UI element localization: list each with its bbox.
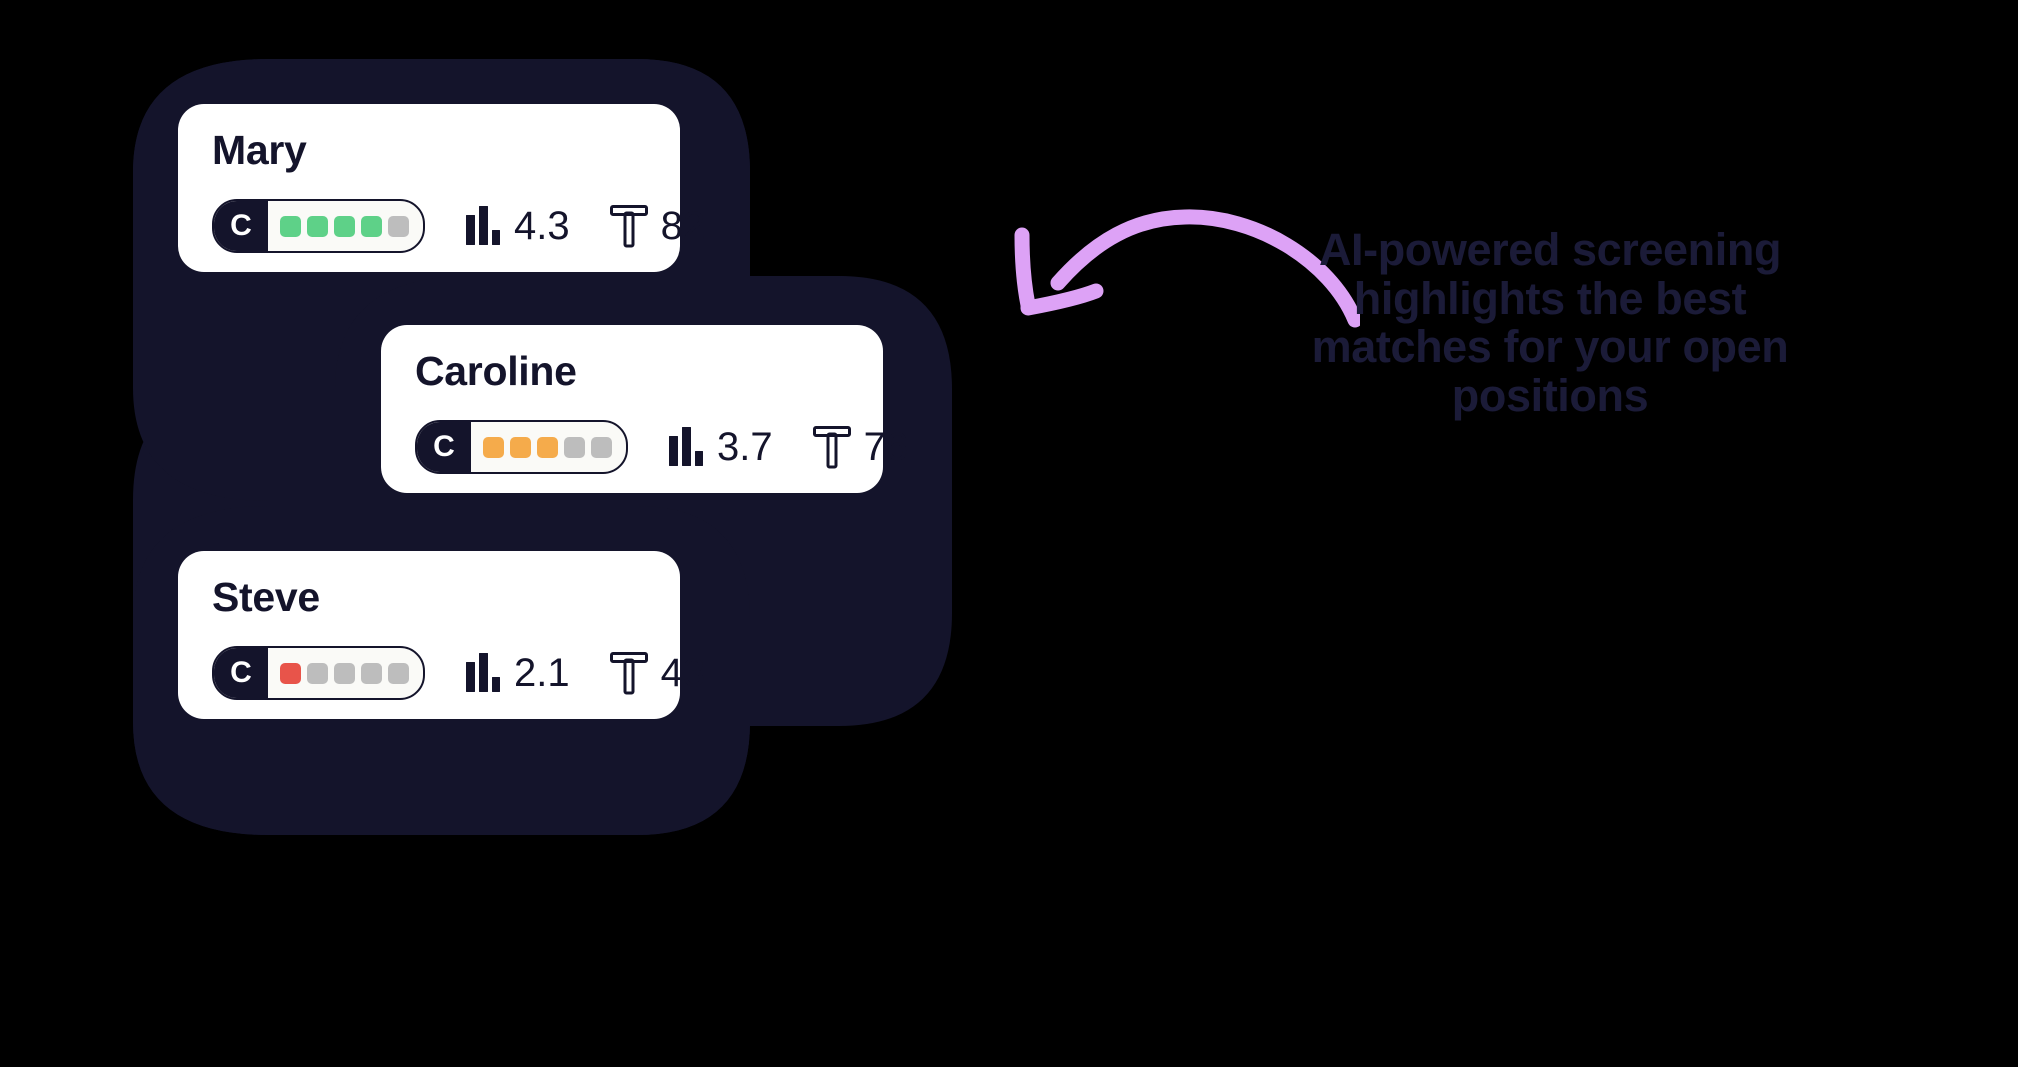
meter-block — [280, 215, 301, 237]
candidate-card[interactable]: Steve C 2.1 43 — [178, 551, 705, 719]
grade-letter: C — [417, 422, 471, 472]
meter-block — [537, 436, 558, 458]
meter-block — [591, 436, 612, 458]
candidate-stats-row: C 4.3 82 — [212, 199, 705, 253]
bar-chart-value: 4.3 — [514, 204, 570, 248]
meter-block — [510, 436, 531, 458]
candidate-name: Steve — [212, 574, 320, 620]
candidate-card[interactable]: Mary C 4.3 82 — [178, 104, 705, 272]
candidate-name: Caroline — [415, 348, 577, 394]
grade-block-meter — [268, 201, 423, 251]
bar-chart-icon — [668, 427, 704, 467]
meter-block — [334, 215, 355, 237]
t-ruler-icon — [609, 204, 648, 248]
candidate-name: Mary — [212, 127, 307, 173]
meter-block — [361, 215, 382, 237]
meter-block — [307, 662, 328, 684]
grade-badge-pill[interactable]: C — [212, 199, 425, 253]
bar-chart-value: 3.7 — [717, 425, 773, 469]
caption-text: AI-powered screening highlights the best… — [1311, 224, 1789, 421]
candidate-stats-row: C 2.1 43 — [212, 646, 705, 700]
grade-block-meter — [268, 648, 423, 698]
meter-block — [280, 662, 301, 684]
bar-chart-value: 2.1 — [514, 651, 570, 695]
t-ruler-icon — [812, 425, 851, 469]
illustration-stage: Mary C 4.3 82 Caroline C 3.7 76 Steve C … — [0, 0, 2018, 1067]
meter-block — [388, 662, 409, 684]
grade-badge-pill[interactable]: C — [415, 420, 628, 474]
ruler-value: 43 — [660, 651, 706, 695]
candidate-stats-row: C 3.7 76 — [415, 420, 908, 474]
meter-block — [483, 436, 504, 458]
bar-chart-stat: 3.7 — [668, 427, 773, 467]
meter-block — [564, 436, 585, 458]
meter-block — [307, 215, 328, 237]
ruler-value: 82 — [660, 204, 706, 248]
meter-block — [388, 215, 409, 237]
bar-chart-stat: 4.3 — [465, 206, 570, 246]
meter-block — [334, 662, 355, 684]
ruler-stat: 76 — [812, 425, 909, 469]
bar-chart-icon — [465, 206, 501, 246]
ruler-stat: 43 — [609, 651, 706, 695]
bar-chart-stat: 2.1 — [465, 653, 570, 693]
ruler-value: 76 — [863, 425, 909, 469]
grade-block-meter — [471, 422, 626, 472]
bar-chart-icon — [465, 653, 501, 693]
t-ruler-icon — [609, 651, 648, 695]
ruler-stat: 82 — [609, 204, 706, 248]
grade-badge-pill[interactable]: C — [212, 646, 425, 700]
grade-letter: C — [214, 648, 268, 698]
grade-letter: C — [214, 201, 268, 251]
candidate-card[interactable]: Caroline C 3.7 76 — [381, 325, 908, 493]
meter-block — [361, 662, 382, 684]
